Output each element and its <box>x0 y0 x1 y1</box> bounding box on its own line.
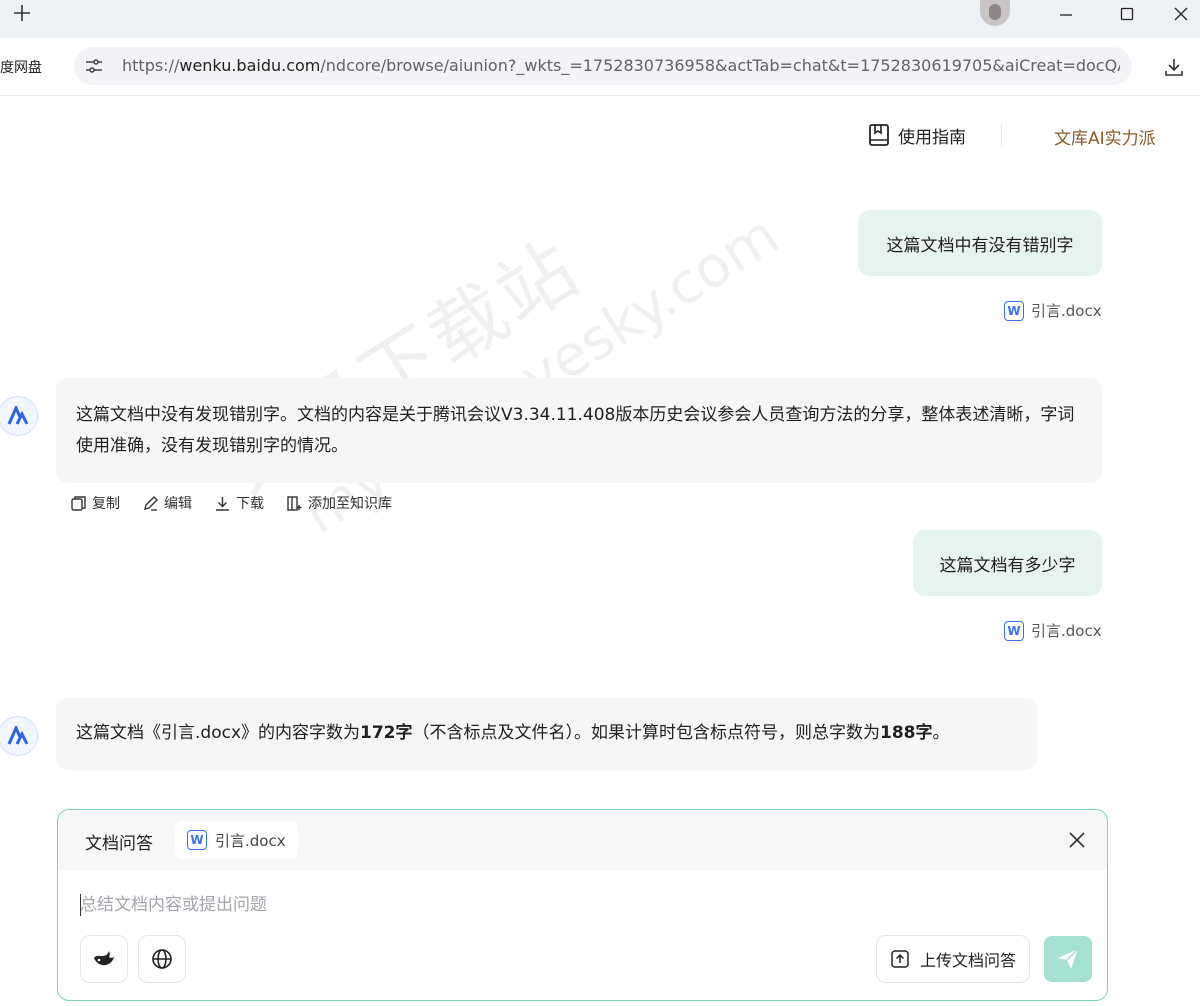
assistant-message: 这篇文档中没有发现错别字。文档的内容是关于腾讯会议V3.34.11.408版本历… <box>56 378 1102 483</box>
attachment-name: 引言.docx <box>1031 622 1102 640</box>
minimize-icon <box>1060 14 1072 16</box>
url-path: /ndcore/browse/aiunion?_wkts_=1752830736… <box>320 56 1120 75</box>
copy-icon <box>71 495 86 511</box>
url-scheme: https:// <box>122 56 180 75</box>
user-guide-link[interactable]: 使用指南 <box>868 121 966 149</box>
assistant-message-text: 这篇文档中没有发现错别字。文档的内容是关于腾讯会议V3.34.11.408版本历… <box>76 405 1075 456</box>
user-message: 这篇文档有多少字 <box>913 530 1102 596</box>
word-doc-icon: W <box>1004 300 1024 321</box>
url-host: wenku.baidu.com <box>179 56 321 75</box>
add-knowledge-label: 添加至知识库 <box>308 496 392 512</box>
attachment-name: 引言.docx <box>1031 302 1102 320</box>
doc-qa-composer: 文档问答 W 引言.docx 上传文档问答 <box>57 809 1108 1001</box>
url-text[interactable]: https://wenku.baidu.com/ndcore/browse/ai… <box>122 56 1120 75</box>
bookmark-item[interactable]: 度网盘 <box>0 57 42 77</box>
close-icon[interactable] <box>1064 827 1090 853</box>
add-knowledge-icon <box>287 495 302 511</box>
maximize-button[interactable] <box>1104 0 1150 28</box>
maximize-icon <box>1120 7 1134 21</box>
assistant-text-part: 。 <box>932 723 950 743</box>
user-message-text: 这篇文档有多少字 <box>939 555 1076 576</box>
url-bar[interactable]: https://wenku.baidu.com/ndcore/browse/ai… <box>74 47 1132 85</box>
globe-icon <box>152 949 172 969</box>
profile-avatar[interactable] <box>980 0 1010 26</box>
composer-header: 文档问答 W 引言.docx <box>58 810 1107 870</box>
message-attachment[interactable]: W 引言.docx <box>1004 300 1102 321</box>
plus-icon <box>14 5 30 21</box>
word-doc-icon: W <box>187 830 207 850</box>
window-tab-strip <box>0 0 1200 38</box>
add-to-knowledge-base-button[interactable]: 添加至知识库 <box>286 493 392 513</box>
brand-link[interactable]: 文库AI实力派 <box>1054 124 1156 149</box>
web-search-button[interactable] <box>138 935 186 983</box>
ai-logo-icon <box>7 406 29 425</box>
new-tab-button[interactable] <box>10 0 34 28</box>
word-count-with-punct: 188字 <box>880 723 933 743</box>
upload-doc-button[interactable]: 上传文档问答 <box>876 935 1030 983</box>
word-doc-icon: W <box>1004 620 1024 641</box>
user-message-text: 这篇文档中有没有错别字 <box>886 235 1074 256</box>
copy-button[interactable]: 复制 <box>70 493 120 513</box>
word-count-no-punct: 172字 <box>360 723 413 743</box>
edit-button[interactable]: 编辑 <box>142 493 192 513</box>
composer-title: 文档问答 <box>85 834 153 854</box>
ai-logo-icon <box>7 726 29 745</box>
download-icon[interactable] <box>1162 55 1186 79</box>
upload-label: 上传文档问答 <box>919 951 1016 970</box>
composer-file-chip[interactable]: W 引言.docx <box>175 821 298 859</box>
deep-think-button[interactable] <box>80 935 128 983</box>
question-input[interactable] <box>80 890 980 920</box>
composer-file-name: 引言.docx <box>215 831 286 850</box>
close-icon <box>1174 7 1188 21</box>
edit-label: 编辑 <box>164 496 192 512</box>
assistant-text-part: （不含标点及文件名）。如果计算时包含标点符号，则总字数为 <box>412 723 881 743</box>
send-icon <box>1058 948 1079 969</box>
text-caret <box>80 894 81 916</box>
ai-avatar <box>0 396 38 436</box>
download-button[interactable]: 下载 <box>214 493 264 513</box>
user-message: 这篇文档中有没有错别字 <box>858 210 1102 276</box>
window-close-button[interactable] <box>1158 0 1200 28</box>
copy-label: 复制 <box>92 496 120 512</box>
message-attachment[interactable]: W 引言.docx <box>1004 620 1102 641</box>
tune-icon[interactable] <box>84 56 104 76</box>
message-actions: 复制 编辑 下载 添加至知识库 <box>70 493 392 513</box>
address-bar-row: 度网盘 https://wenku.baidu.com/ndcore/brows… <box>0 38 1200 96</box>
ai-avatar <box>0 716 38 756</box>
assistant-message: 这篇文档《引言.docx》的内容字数为172字（不含标点及文件名）。如果计算时包… <box>56 698 1037 770</box>
user-guide-label: 使用指南 <box>898 127 966 148</box>
download-label: 下载 <box>236 496 264 512</box>
download-icon <box>216 496 229 511</box>
upload-icon <box>891 950 909 968</box>
header-divider <box>1001 124 1002 146</box>
book-icon <box>869 124 889 146</box>
edit-icon <box>144 495 158 511</box>
send-button[interactable] <box>1044 936 1092 982</box>
minimize-button[interactable] <box>1043 0 1089 28</box>
whale-icon <box>94 951 114 966</box>
assistant-text-part: 这篇文档《引言.docx》的内容字数为 <box>76 723 361 743</box>
